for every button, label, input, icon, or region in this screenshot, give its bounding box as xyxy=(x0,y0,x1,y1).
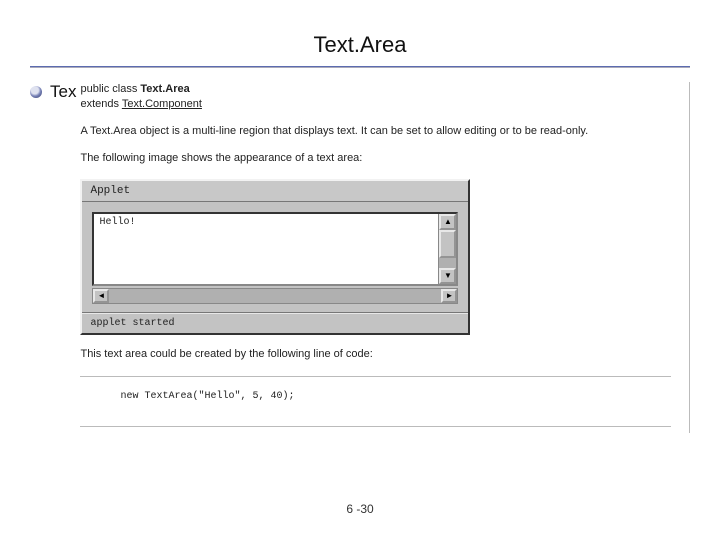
closing-paragraph: This text area could be created by the f… xyxy=(80,347,671,362)
textarea-widget[interactable]: Hello! ▲ ▼ xyxy=(92,212,458,286)
vertical-scrollbar[interactable]: ▲ ▼ xyxy=(438,214,456,284)
applet-figure: Applet Hello! ▲ ▼ ◄ xyxy=(80,179,470,335)
title-underline xyxy=(30,66,690,68)
textarea-content[interactable]: Hello! xyxy=(94,214,438,284)
decl-classname: Text.Area xyxy=(140,83,189,95)
scroll-up-icon[interactable]: ▲ xyxy=(439,214,456,230)
decl-extends: extends xyxy=(80,98,121,110)
scroll-left-icon[interactable]: ◄ xyxy=(93,289,109,303)
superclass-link[interactable]: Text.Component xyxy=(122,98,202,110)
slide-title: Text.Area xyxy=(30,20,690,66)
bullet-icon xyxy=(30,86,42,98)
horizontal-scrollbar[interactable]: ◄ ► xyxy=(92,288,458,304)
hscroll-track[interactable] xyxy=(109,289,441,303)
vscroll-track[interactable] xyxy=(439,230,456,268)
applet-body: Hello! ▲ ▼ ◄ ► xyxy=(82,202,468,313)
vscroll-thumb[interactable] xyxy=(439,230,456,258)
appearance-paragraph: The following image shows the appearance… xyxy=(80,151,671,166)
decl-modifiers: public class xyxy=(80,83,140,95)
slide: Text.Area Tex public class Text.Area ext… xyxy=(0,0,720,540)
class-declaration: public class Text.Area extends Text.Comp… xyxy=(80,82,671,112)
description-paragraph: A Text.Area object is a multi-line regio… xyxy=(80,124,671,139)
scroll-down-icon[interactable]: ▼ xyxy=(439,268,456,284)
javadoc-panel: public class Text.Area extends Text.Comp… xyxy=(78,82,690,433)
lead-text: Tex xyxy=(50,82,76,102)
page-number: 6 -30 xyxy=(0,502,720,516)
scroll-right-icon[interactable]: ► xyxy=(441,289,457,303)
divider xyxy=(80,426,671,427)
applet-status-bar: applet started xyxy=(82,313,468,333)
code-block: new TextArea("Hello", 5, 40); xyxy=(80,377,671,412)
applet-titlebar: Applet xyxy=(82,181,468,202)
body-row: Tex public class Text.Area extends Text.… xyxy=(30,82,690,433)
